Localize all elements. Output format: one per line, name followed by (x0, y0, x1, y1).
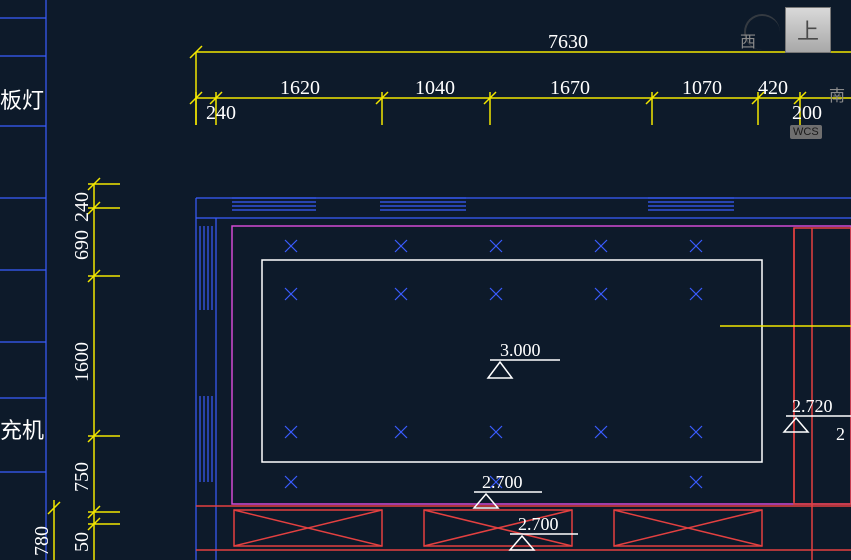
compass-west[interactable]: 西 (740, 28, 756, 52)
dim-value: 200 (792, 102, 822, 124)
red-zones (196, 228, 851, 560)
level-bottom-a: 2.700 (474, 472, 542, 508)
legend-label: 板灯 (0, 88, 44, 113)
cad-canvas[interactable]: 7630 240 1620 1040 1670 1070 420 200 (0, 0, 851, 560)
level-value: 3.000 (500, 340, 541, 360)
legend-strip: 板灯 充机 (0, 0, 46, 560)
dim-value: 240 (71, 192, 93, 222)
dim-value: 690 (71, 230, 93, 260)
compass-south[interactable]: 南 (829, 82, 845, 106)
dimension-top-chain: 240 1620 1040 1670 1070 420 200 (190, 77, 851, 125)
dim-value: 750 (71, 462, 93, 492)
dim-value: 780 (31, 526, 53, 556)
dim-value: 1670 (550, 77, 590, 99)
wcs-badge: WCS (790, 125, 822, 139)
dim-value: 1620 (280, 77, 320, 99)
dim-value: 240 (206, 102, 236, 124)
level-center: 3.000 (488, 340, 560, 378)
legend-label: 充机 (0, 418, 44, 443)
dim-value: 50 (71, 532, 93, 552)
dimension-left-chain: 240 690 1600 750 50 780 (31, 178, 120, 560)
dim-value: 420 (758, 77, 788, 99)
level-value: 2.700 (518, 514, 559, 534)
viewcube[interactable]: 上 (785, 7, 831, 53)
level-extra: 2 (836, 424, 845, 444)
level-value: 2.700 (482, 472, 523, 492)
dim-value: 1070 (682, 77, 722, 99)
dim-value: 1040 (415, 77, 455, 99)
ceiling (232, 226, 851, 504)
level-value: 2.720 (792, 396, 833, 416)
viewcube-face: 上 (797, 14, 819, 46)
dim-value: 1600 (71, 342, 93, 382)
light-markers (285, 240, 702, 488)
dim-value: 7630 (548, 31, 588, 53)
